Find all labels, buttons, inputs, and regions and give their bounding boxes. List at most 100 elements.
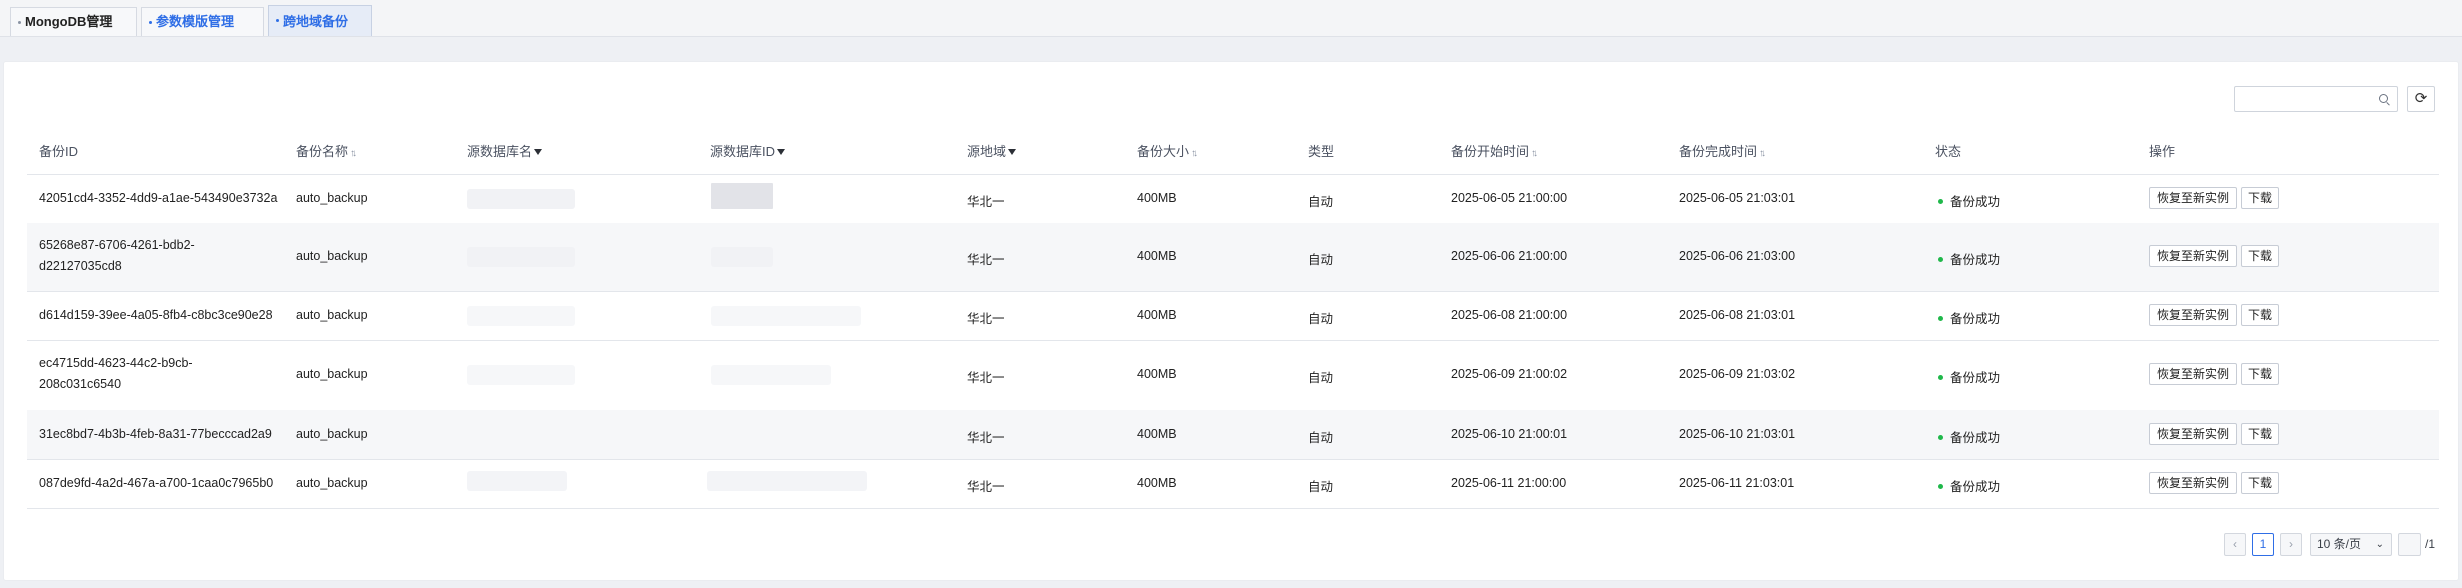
status-badge: 备份成功: [1938, 367, 2000, 386]
cell-region: 华北一: [967, 253, 1005, 267]
cell-size: 400MB: [1137, 249, 1177, 263]
total-pages: /1: [2425, 537, 2436, 551]
table-row: 087de9fd-4a2d-467a-a700-1caa0c7965b0 aut…: [27, 459, 2439, 509]
cell-start-time: 2025-06-10 21:00:01: [1451, 427, 1568, 441]
cell-start-time: 2025-06-11 21:00:00: [1451, 476, 1567, 490]
cell-end-time: 2025-06-05 21:03:01: [1679, 191, 1796, 205]
redacted-db-id: [711, 365, 831, 385]
tab-parameter-templates[interactable]: 参数模版管理: [141, 7, 264, 36]
cell-size: 400MB: [1137, 308, 1177, 322]
column-header-backup-size[interactable]: 备份大小 ↑↓: [1137, 130, 1198, 176]
restore-to-new-instance-button[interactable]: 恢复至新实例: [2149, 245, 2237, 267]
restore-to-new-instance-button[interactable]: 恢复至新实例: [2149, 363, 2237, 385]
page-1-button[interactable]: 1: [2252, 533, 2274, 556]
restore-to-new-instance-button[interactable]: 恢复至新实例: [2149, 423, 2237, 445]
restore-to-new-instance-button[interactable]: 恢复至新实例: [2149, 472, 2237, 494]
column-header-end-time[interactable]: 备份完成时间 ↑↓: [1679, 130, 1766, 176]
status-dot-icon: [1938, 257, 1943, 263]
cell-size: 400MB: [1137, 367, 1177, 381]
tab-dot-icon: [149, 21, 152, 24]
column-header-start-time[interactable]: 备份开始时间 ↑↓: [1451, 130, 1538, 176]
status-dot-icon: [1938, 316, 1943, 322]
cell-backup-id: 65268e87-6706-4261-bdb2-d22127035cd8: [39, 238, 195, 273]
status-badge: 备份成功: [1938, 476, 2000, 495]
page-size-label: 10 条/页: [2317, 537, 2362, 551]
cell-size: 400MB: [1137, 427, 1177, 441]
restore-to-new-instance-button[interactable]: 恢复至新实例: [2149, 187, 2237, 209]
status-dot-icon: [1938, 435, 1943, 441]
tab-mongodb-management[interactable]: MongoDB管理: [10, 7, 137, 36]
cell-size: 400MB: [1137, 476, 1177, 490]
cell-type: 自动: [1308, 371, 1334, 385]
cell-backup-name: auto_backup: [296, 427, 368, 441]
download-button[interactable]: 下载: [2241, 363, 2279, 385]
column-header-source-db-name: 源数据库名: [467, 130, 543, 174]
table-row: 31ec8bd7-4b3b-4feb-8a31-77becccad2a9 aut…: [27, 410, 2439, 460]
cell-size: 400MB: [1137, 191, 1177, 205]
search-input[interactable]: [2241, 88, 2375, 112]
table-row: 42051cd4-3352-4dd9-a1ae-543490e3732a aut…: [27, 175, 2439, 224]
status-badge: 备份成功: [1938, 427, 2000, 446]
cell-end-time: 2025-06-06 21:03:00: [1679, 249, 1796, 263]
cell-backup-name: auto_backup: [296, 367, 368, 381]
page-size-select[interactable]: 10 条/页 ⌄: [2310, 533, 2392, 556]
prev-page-button[interactable]: ‹: [2224, 533, 2246, 556]
tab-bar: MongoDB管理 参数模版管理 跨地域备份: [0, 0, 2462, 37]
sort-icon[interactable]: ↑↓: [1759, 132, 1766, 176]
cell-start-time: 2025-06-05 21:00:00: [1451, 191, 1568, 205]
tab-label: MongoDB管理: [25, 14, 113, 29]
sort-icon[interactable]: ↑↓: [1531, 132, 1538, 176]
sort-icon[interactable]: ↑↓: [1191, 132, 1198, 176]
redacted-db-name: [467, 365, 575, 385]
sort-icon[interactable]: ↑↓: [350, 132, 357, 176]
filter-icon[interactable]: [1008, 148, 1017, 155]
redacted-db-id: [711, 306, 861, 326]
status-dot-icon: [1938, 484, 1943, 490]
search-box[interactable]: [2234, 86, 2398, 112]
cell-end-time: 2025-06-10 21:03:01: [1679, 427, 1796, 441]
table-header: 备份ID 备份名称 ↑↓ 源数据库名 源数据库ID 源地域 备份大小 ↑↓ 类型 备…: [27, 130, 2439, 175]
download-button[interactable]: 下载: [2241, 423, 2279, 445]
cell-backup-name: auto_backup: [296, 191, 368, 205]
cell-region: 华北一: [967, 480, 1005, 494]
restore-to-new-instance-button[interactable]: 恢复至新实例: [2149, 304, 2237, 326]
column-header-type: 类型: [1308, 144, 1335, 159]
redacted-db-name: [467, 471, 567, 491]
next-page-button[interactable]: ›: [2280, 533, 2302, 556]
cell-backup-id: 31ec8bd7-4b3b-4feb-8a31-77becccad2a9: [39, 427, 272, 441]
download-button[interactable]: 下载: [2241, 245, 2279, 267]
column-header-backup-name[interactable]: 备份名称 ↑↓: [296, 130, 357, 176]
status-badge: 备份成功: [1938, 191, 2000, 210]
cell-region: 华北一: [967, 312, 1005, 326]
cell-type: 自动: [1308, 480, 1334, 494]
column-header-source-region: 源地域: [967, 130, 1017, 174]
tab-dot-icon: [18, 21, 21, 24]
download-button[interactable]: 下载: [2241, 472, 2279, 494]
column-header-status: 状态: [1935, 144, 1962, 159]
column-header-actions: 操作: [2149, 144, 2176, 159]
cell-start-time: 2025-06-06 21:00:00: [1451, 249, 1568, 263]
cell-type: 自动: [1308, 312, 1334, 326]
tab-label: 跨地域备份: [283, 14, 349, 29]
cell-backup-id: 42051cd4-3352-4dd9-a1ae-543490e3732a: [39, 191, 278, 205]
refresh-button[interactable]: ⟳: [2407, 86, 2435, 112]
cell-backup-id: 087de9fd-4a2d-467a-a700-1caa0c7965b0: [39, 476, 274, 490]
filter-icon[interactable]: [534, 148, 543, 155]
download-button[interactable]: 下载: [2241, 187, 2279, 209]
tab-cross-region-backup[interactable]: 跨地域备份: [268, 5, 372, 36]
cell-end-time: 2025-06-09 21:03:02: [1679, 367, 1796, 381]
redacted-db-id: [711, 247, 773, 267]
filter-icon[interactable]: [777, 148, 786, 155]
column-header-source-db-id: 源数据库ID: [710, 130, 786, 174]
tab-label: 参数模版管理: [156, 14, 235, 29]
cell-start-time: 2025-06-09 21:00:02: [1451, 367, 1568, 381]
redacted-db-name: [467, 247, 575, 267]
cell-type: 自动: [1308, 431, 1334, 445]
redacted-db-id: [707, 471, 867, 491]
cell-backup-name: auto_backup: [296, 308, 368, 322]
download-button[interactable]: 下载: [2241, 304, 2279, 326]
search-icon[interactable]: [2379, 94, 2388, 103]
cell-start-time: 2025-06-08 21:00:00: [1451, 308, 1568, 322]
page-jump-input[interactable]: [2398, 533, 2421, 556]
cell-region: 华北一: [967, 371, 1005, 385]
